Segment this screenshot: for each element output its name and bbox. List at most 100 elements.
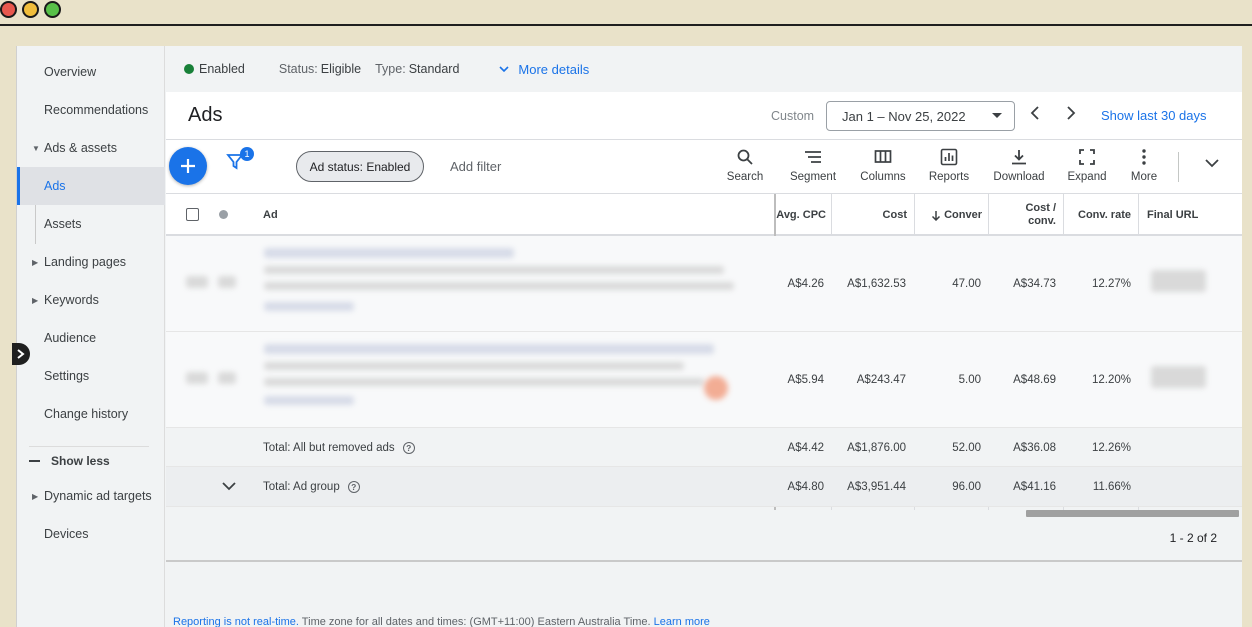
column-header-avg-cpc[interactable]: Avg. CPC: [771, 194, 826, 236]
ad-headline-blurred: [264, 248, 514, 258]
minus-icon: [29, 459, 40, 462]
ad-link-blurred: [264, 302, 354, 311]
column-header-conv-rate[interactable]: Conv. rate: [1066, 194, 1131, 236]
download-button[interactable]: Download: [989, 148, 1049, 183]
search-button[interactable]: Search: [715, 148, 775, 183]
column-header-final-url[interactable]: Final URL: [1147, 194, 1198, 236]
cost-cell: A$1,632.53: [847, 278, 906, 290]
close-window-button[interactable]: [0, 1, 17, 18]
type-value: Standard: [408, 62, 460, 76]
sidebar-item-label: Change history: [44, 407, 129, 421]
total-label-text: Total: Ad group: [263, 481, 340, 493]
chevron-down-icon[interactable]: [1204, 157, 1220, 169]
help-icon[interactable]: ?: [402, 441, 415, 454]
avg-cpc-cell: A$4.80: [787, 481, 824, 493]
segment-button[interactable]: Segment: [783, 148, 843, 183]
table-toolbar: 1 Ad status: Enabled Add filter Search S…: [166, 140, 1242, 194]
conversions-header-label: Conver: [944, 209, 982, 221]
show-last-30-days-link[interactable]: Show last 30 days: [1101, 108, 1207, 123]
segment-label: Segment: [789, 171, 837, 183]
reports-label: Reports: [928, 171, 970, 183]
sidebar-item-ads[interactable]: Ads: [17, 167, 165, 205]
show-less-label: Show less: [51, 453, 110, 468]
status-label: Status:: [278, 62, 318, 76]
maximize-window-button[interactable]: [44, 1, 61, 18]
more-label: More: [1130, 171, 1158, 183]
table-row[interactable]: A$4.26 A$1,632.53 47.00 A$34.73 12.27%: [166, 236, 1242, 332]
page-title: Ads: [188, 104, 223, 126]
expand-label: Expand: [1067, 171, 1107, 183]
columns-label: Columns: [860, 171, 906, 183]
add-ad-button[interactable]: [169, 147, 207, 185]
column-header-conversions[interactable]: Conver: [914, 194, 982, 236]
ad-text-blurred: [264, 266, 724, 274]
row-checkbox-blurred: [186, 372, 208, 384]
conv-rate-cell: 11.66%: [1092, 481, 1131, 493]
status-column-icon: [219, 210, 228, 219]
sidebar-item-keywords[interactable]: ▶ Keywords: [17, 281, 165, 319]
date-range-type-label: Custom: [771, 109, 815, 123]
date-range-value: Jan 1 – Nov 25, 2022: [842, 108, 966, 124]
expand-button[interactable]: Expand: [1057, 148, 1117, 183]
column-header-cost-per-conv[interactable]: Cost / conv.: [988, 194, 1056, 236]
table-row[interactable]: A$5.94 A$243.47 5.00 A$48.69 12.20%: [166, 332, 1242, 428]
ad-status-filter-chip[interactable]: Ad status: Enabled: [296, 151, 424, 182]
filter-count-badge: 1: [240, 147, 254, 161]
columns-icon: [874, 150, 892, 163]
ads-header: Ads Custom Jan 1 – Nov 25, 2022 Show las…: [166, 92, 1242, 140]
sidebar-item-settings[interactable]: Settings: [17, 357, 165, 395]
sidebar-item-audience[interactable]: Audience: [17, 319, 165, 357]
ad-headline-blurred: [264, 344, 714, 354]
help-icon[interactable]: ?: [347, 481, 360, 493]
sidebar-item-dynamic-ad-targets[interactable]: ▶ Dynamic ad targets: [17, 477, 165, 515]
dropdown-arrow-icon: [992, 113, 1002, 118]
ad-link-blurred: [264, 396, 354, 405]
sidebar-item-recommendations[interactable]: Recommendations: [17, 91, 165, 129]
more-details-label: More details: [518, 61, 590, 77]
column-header-ad[interactable]: Ad: [263, 194, 278, 236]
learn-more-link[interactable]: Learn more: [654, 616, 710, 627]
more-details-button[interactable]: More details: [499, 62, 589, 77]
avg-cpc-cell: A$4.26: [787, 278, 824, 290]
columns-button[interactable]: Columns: [853, 148, 913, 183]
minimize-window-button[interactable]: [22, 1, 39, 18]
sidebar-item-devices[interactable]: Devices: [17, 515, 165, 553]
previous-period-button[interactable]: [1028, 105, 1042, 121]
sidebar-item-ads-assets[interactable]: ▼ Ads & assets: [17, 129, 165, 167]
cost-per-conv-cell: A$34.73: [1013, 278, 1056, 290]
column-header-cost[interactable]: Cost: [831, 194, 907, 236]
chevron-right-icon: [17, 349, 25, 359]
sidebar-item-assets[interactable]: Assets: [17, 205, 165, 243]
search-label: Search: [726, 171, 764, 183]
sidebar-item-landing-pages[interactable]: ▶ Landing pages: [17, 243, 165, 281]
caret-right-icon: ▶: [32, 491, 39, 501]
select-all-checkbox[interactable]: [186, 208, 199, 221]
more-button[interactable]: More: [1114, 148, 1174, 183]
row-status-blurred: [218, 372, 236, 384]
cost-per-conv-cell: A$48.69: [1013, 374, 1056, 386]
horizontal-scrollbar[interactable]: [1026, 510, 1239, 517]
cost-per-conv-cell: A$36.08: [1013, 441, 1056, 454]
total-label: Total: All but removed ads ?: [263, 428, 415, 467]
toolbar-divider: [1178, 152, 1179, 182]
next-period-button[interactable]: [1064, 105, 1078, 121]
show-less-button[interactable]: Show less: [29, 446, 149, 472]
conversions-cell: 47.00: [952, 278, 981, 290]
sidebar-item-change-history[interactable]: Change history: [17, 395, 165, 433]
cost-per-conv-header-line2: conv.: [1028, 215, 1056, 227]
reports-icon: [940, 148, 958, 166]
date-range-picker[interactable]: Jan 1 – Nov 25, 2022: [826, 101, 1015, 131]
add-filter-button[interactable]: Add filter: [450, 159, 501, 174]
sort-descending-icon: [932, 210, 941, 221]
chevron-down-icon[interactable]: [221, 480, 237, 492]
cost-per-conv-header-line1: Cost /: [1025, 202, 1056, 214]
download-label: Download: [993, 171, 1045, 183]
enabled-status-dropdown[interactable]: Enabled: [199, 62, 245, 76]
sidebar: Overview Recommendations ▼ Ads & assets A…: [17, 46, 165, 627]
table-header-row: Ad Avg. CPC Cost Conver Cost / conv. Con…: [166, 194, 1242, 236]
sidebar-item-overview[interactable]: Overview: [17, 53, 165, 91]
reports-button[interactable]: Reports: [919, 148, 979, 183]
sidebar-item-label: Devices: [44, 527, 89, 541]
reporting-link[interactable]: Reporting is not real-time.: [173, 616, 299, 627]
row-checkbox-blurred: [186, 276, 208, 288]
